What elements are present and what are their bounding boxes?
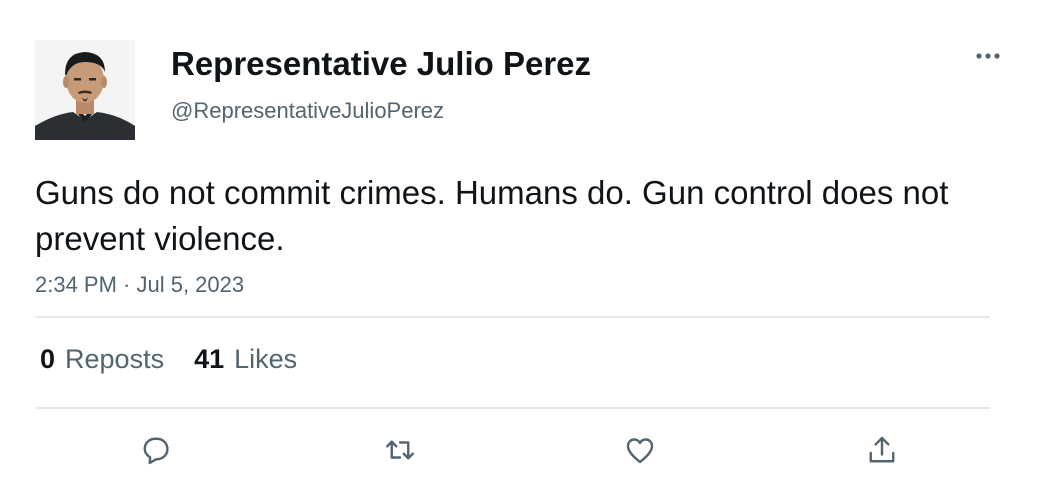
- reposts-stat[interactable]: 0 Reposts: [40, 341, 164, 377]
- more-options-button[interactable]: [968, 44, 1008, 68]
- repost-button[interactable]: [380, 430, 420, 470]
- author-handle[interactable]: @RepresentativeJulioPerez: [171, 96, 444, 126]
- likes-stat[interactable]: 41 Likes: [194, 341, 297, 377]
- reply-icon: [143, 437, 169, 465]
- divider: [35, 407, 990, 409]
- share-icon: [869, 436, 895, 463]
- profile-photo: [35, 40, 135, 140]
- divider: [35, 316, 990, 318]
- author-display-name[interactable]: Representative Julio Perez: [171, 44, 591, 84]
- reposts-count: 0: [40, 344, 56, 374]
- avatar[interactable]: [35, 40, 135, 140]
- likes-count: 41: [194, 344, 225, 374]
- repost-icon: [386, 440, 414, 460]
- like-button[interactable]: [620, 430, 660, 470]
- heart-icon: [626, 438, 654, 464]
- tweet-timestamp[interactable]: 2:34 PM · Jul 5, 2023: [35, 270, 244, 300]
- likes-label: Likes: [234, 344, 298, 374]
- reposts-label: Reposts: [65, 344, 165, 374]
- share-button[interactable]: [862, 430, 902, 470]
- more-dots-icon: [976, 53, 1000, 59]
- tweet-text: Guns do not commit crimes. Humans do. Gu…: [35, 174, 949, 257]
- engagement-stats: 0 Reposts 41 Likes: [40, 341, 297, 377]
- reply-button[interactable]: [136, 430, 176, 470]
